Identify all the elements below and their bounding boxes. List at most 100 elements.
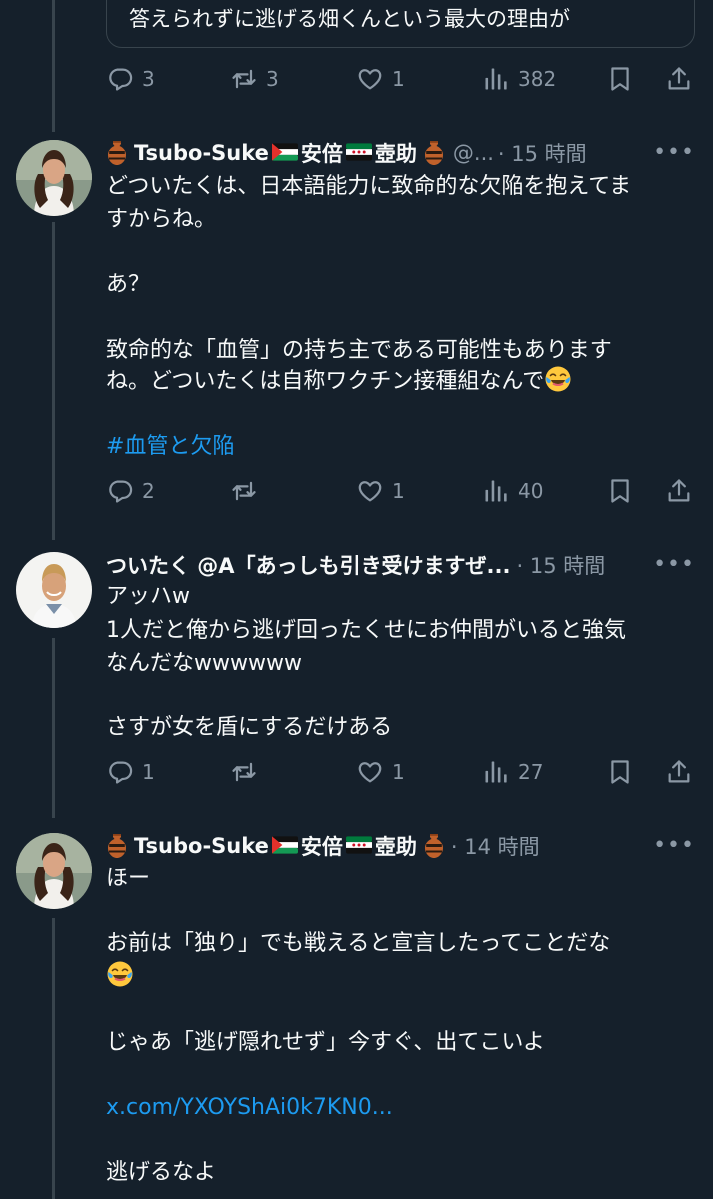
like-icon <box>356 65 384 93</box>
avatar[interactable] <box>16 833 92 909</box>
display-name[interactable]: Tsubo-Suke 安倍 壺助 <box>106 831 445 861</box>
timestamp[interactable]: · 14 時間 <box>451 831 540 861</box>
like-count: 1 <box>392 67 405 91</box>
timestamp[interactable]: · 15 時間 <box>498 138 587 168</box>
bookmark-icon <box>606 477 634 505</box>
reply-button[interactable]: 1 <box>106 757 155 787</box>
tweet-text-line: なんだなwwwwww <box>106 651 302 676</box>
tweet-text-line: どついたくは、日本語能力に致命的な欠陥を抱えてま <box>106 174 632 199</box>
tweet-text-line: アッハw <box>106 584 190 609</box>
avatar-image <box>16 140 92 216</box>
retweet-button[interactable] <box>230 476 258 506</box>
reply-count: 1 <box>142 760 155 784</box>
display-name[interactable]: ついたく @A「あっしも引き受けますぜ... <box>106 550 511 580</box>
like-icon <box>356 477 384 505</box>
vase-emoji-icon <box>423 833 445 859</box>
share-icon <box>665 758 693 786</box>
reply-button[interactable]: 3 <box>106 64 155 94</box>
like-button[interactable]: 1 <box>356 476 405 506</box>
retweet-icon <box>230 477 258 505</box>
vase-emoji-icon <box>106 833 128 859</box>
handle[interactable]: @... <box>453 141 494 165</box>
reply-icon <box>106 65 134 93</box>
tweet-text-line: じゃあ「逃げ隠れせず」今すぐ、出てこいよ <box>106 1030 545 1055</box>
views-button[interactable]: 382 <box>482 64 556 94</box>
tweet-text-line: あ？ <box>106 272 151 297</box>
views-icon <box>482 758 510 786</box>
timestamp[interactable]: · 15 時間 <box>517 550 606 580</box>
tweet-text-line: 逃げるなよ <box>106 1160 217 1185</box>
views-count: 382 <box>518 67 557 91</box>
more-options-icon[interactable]: ••• <box>653 140 695 165</box>
bookmark-button[interactable] <box>606 64 634 94</box>
bookmark-button[interactable] <box>606 757 634 787</box>
bookmark-icon <box>606 65 634 93</box>
views-button[interactable]: 27 <box>482 757 543 787</box>
external-link[interactable]: x.com/YXOYShAi0k7KN0... <box>106 1091 393 1124</box>
views-icon <box>482 477 510 505</box>
more-options-icon[interactable]: ••• <box>653 552 695 577</box>
quote-card[interactable]: 答えられずに逃げる畑くんという最大の理由が <box>106 0 695 48</box>
action-bar: 3 3 1 382 <box>106 64 696 94</box>
share-icon <box>665 65 693 93</box>
emoji-line <box>106 960 134 993</box>
reply-button[interactable]: 2 <box>106 476 155 506</box>
share-button[interactable] <box>665 64 693 94</box>
thread-line <box>52 222 55 540</box>
bookmark-button[interactable] <box>606 476 634 506</box>
like-icon <box>356 758 384 786</box>
share-button[interactable] <box>665 476 693 506</box>
share-button[interactable] <box>665 757 693 787</box>
tweet-text-line-with-emoji: ね。どついたくは自称ワクチン接種組なんで <box>106 365 572 398</box>
tweet-header: ついたく @A「あっしも引き受けますぜ... · 15 時間 ••• <box>106 548 695 582</box>
display-name-text: Tsubo-Suke <box>134 834 269 858</box>
tweet-text-line: お前は「独り」でも戦えると宣言したってことだな <box>106 931 611 956</box>
display-name-text-3: 壺助 <box>374 835 417 859</box>
timeline: 答えられずに逃げる畑くんという最大の理由が 3 3 1 382 Tsubo-Su… <box>0 0 713 1199</box>
palestine-flag-icon <box>272 836 298 854</box>
like-button[interactable]: 1 <box>356 64 405 94</box>
thread-line <box>52 638 55 818</box>
like-button[interactable]: 1 <box>356 757 405 787</box>
quote-text: 答えられずに逃げる畑くんという最大の理由が <box>129 7 570 31</box>
avatar-image <box>16 552 92 628</box>
display-name[interactable]: Tsubo-Suke 安倍 壺助 <box>106 138 445 168</box>
views-count: 27 <box>518 760 544 784</box>
reply-count: 2 <box>142 479 155 503</box>
views-icon <box>482 65 510 93</box>
display-name-text-2: 安倍 <box>300 835 343 859</box>
tweet-text-line: さすが女を盾にするだけある <box>106 715 393 740</box>
display-name-text-3: 壺助 <box>374 142 417 166</box>
avatar[interactable] <box>16 140 92 216</box>
bookmark-icon <box>606 758 634 786</box>
more-options-icon[interactable]: ••• <box>653 833 695 858</box>
views-count: 40 <box>518 479 544 503</box>
palestine-flag-icon <box>272 143 298 161</box>
like-count: 1 <box>392 479 405 503</box>
thread-line <box>52 918 55 1199</box>
vase-emoji-icon <box>423 140 445 166</box>
views-button[interactable]: 40 <box>482 476 543 506</box>
reply-icon <box>106 758 134 786</box>
action-bar: 1 1 27 <box>106 757 696 787</box>
tweet-text: ね。どついたくは自称ワクチン接種組なんで <box>106 369 545 394</box>
retweet-count: 3 <box>266 67 279 91</box>
tweet-text-line: 1人だと俺から逃げ回ったくせにお仲間がいると強気 <box>106 618 626 643</box>
display-name-text-2: 安倍 <box>300 142 343 166</box>
like-count: 1 <box>392 760 405 784</box>
laughing-emoji-icon <box>544 365 572 393</box>
retweet-icon <box>230 758 258 786</box>
tweet-text-line: すからね。 <box>106 207 217 232</box>
reply-icon <box>106 477 134 505</box>
tweet[interactable] <box>0 0 713 1</box>
avatar[interactable] <box>16 552 92 628</box>
thread-line <box>52 0 55 132</box>
vase-emoji-icon <box>106 140 128 166</box>
hashtag-link[interactable]: #血管と欠陥 <box>106 430 234 463</box>
reply-count: 3 <box>142 67 155 91</box>
retweet-button[interactable]: 3 <box>230 64 279 94</box>
retweet-button[interactable] <box>230 757 258 787</box>
syria-flag-icon <box>346 836 372 854</box>
avatar-image <box>16 833 92 909</box>
syria-flag-icon <box>346 143 372 161</box>
